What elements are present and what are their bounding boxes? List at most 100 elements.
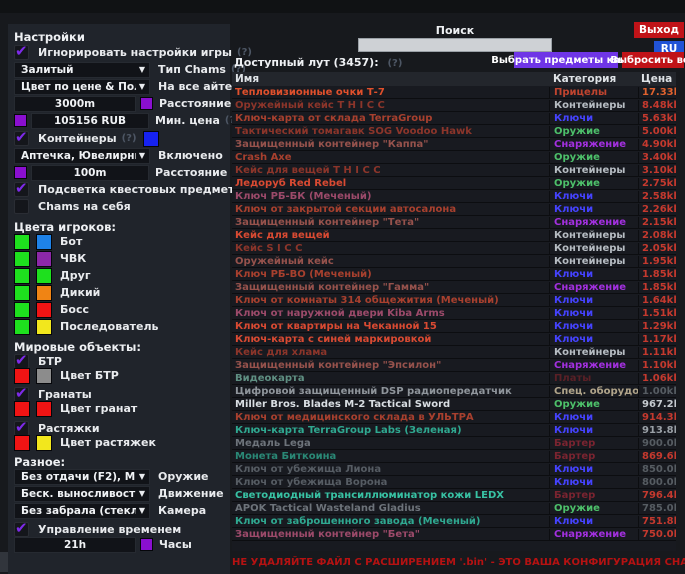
item-name: Тактический томагавк SOG Voodoo Hawk xyxy=(232,126,549,137)
table-row[interactable]: Цифровой защищенный DSP радиопередатчикС… xyxy=(232,385,676,398)
player-color-swatch-1[interactable] xyxy=(14,285,30,301)
distance-row: 3000m Расстояние xyxy=(14,95,226,112)
table-row[interactable]: Монета БиткоинаБартер869.6k xyxy=(232,450,676,463)
table-row[interactable]: Тепловизионные очки Т-7Прицелы17.33kk xyxy=(232,86,676,99)
table-row[interactable]: Ключ от квартиры на Чеканной 15Ключи1.29… xyxy=(232,320,676,333)
table-row[interactable]: APOK Tactical Wasteland GladiusОружие785… xyxy=(232,502,676,515)
table-row[interactable]: Защищенный контейнер "Тета"Снаряжение2.1… xyxy=(232,216,676,229)
loot-title-text: Доступный лут (3457): xyxy=(234,56,379,69)
table-row[interactable]: Ключ от заброшенного завода (Меченый)Клю… xyxy=(232,515,676,528)
item-category: Прицелы xyxy=(549,87,638,98)
camera-dropdown[interactable]: Без забрала (стекло шлема) ▼ xyxy=(14,503,150,519)
player-color-swatch-2[interactable] xyxy=(36,268,52,284)
select-kappa-items-button[interactable]: Выбрать предметы каппа xyxy=(514,52,618,68)
table-row[interactable]: Ледоруб Red RebelОружие2.75kk xyxy=(232,177,676,190)
table-row[interactable]: Ключ от закрытой секции автосалонаКлючи2… xyxy=(232,203,676,216)
item-price: 1.85kk xyxy=(638,282,676,293)
player-color-swatch-2[interactable] xyxy=(36,302,52,318)
item-name: Кейс для вещей xyxy=(232,230,549,241)
weapon-dropdown[interactable]: Без отдачи (F2), Мгновенное п ▼ xyxy=(14,469,150,485)
search-label: Поиск xyxy=(358,24,552,37)
chams-self-checkbox[interactable]: ✔ xyxy=(14,199,29,214)
help-icon[interactable]: (?) xyxy=(387,58,402,69)
table-row[interactable]: Ключ от комнаты 314 общежития (Меченый)К… xyxy=(232,294,676,307)
chams-type-dropdown[interactable]: Залитый ▼ xyxy=(14,62,150,78)
player-color-swatch-1[interactable] xyxy=(14,234,30,250)
player-color-swatch-1[interactable] xyxy=(14,251,30,267)
player-color-swatch-2[interactable] xyxy=(36,285,52,301)
item-category: Контейнеры xyxy=(549,347,638,358)
table-row[interactable]: Кейс для хламаКонтейнеры1.11kk xyxy=(232,346,676,359)
grenades-color-swatch-1[interactable] xyxy=(14,401,30,417)
table-row[interactable]: Ключ РБ-БК (Меченый)Ключи2.58kk xyxy=(232,190,676,203)
table-row[interactable]: Кейс S I C CКонтейнеры2.05kk xyxy=(232,242,676,255)
table-row[interactable]: Оружейный кейс T H I C CКонтейнеры8.48kk xyxy=(232,99,676,112)
table-row[interactable]: Защищенный контейнер "Эпсилон"Снаряжение… xyxy=(232,359,676,372)
table-row[interactable]: Кейс для вещейКонтейнеры2.08kk xyxy=(232,229,676,242)
player-color-swatch-2[interactable] xyxy=(36,319,52,335)
item-name: Ключ от закрытой секции автосалона xyxy=(232,204,549,215)
camera-label: Камера xyxy=(158,504,206,517)
item-category: Ключи xyxy=(549,113,638,124)
table-row[interactable]: Защищенный контейнер "Гамма"Снаряжение1.… xyxy=(232,281,676,294)
exit-button[interactable]: Выход xyxy=(634,22,684,38)
help-icon[interactable]: (?) xyxy=(122,133,137,144)
min-price-color-swatch[interactable] xyxy=(14,114,27,127)
table-row[interactable]: Ключ-карта TerraGroup Labs (Зеленая)Ключ… xyxy=(232,424,676,437)
containers-checkbox[interactable]: ✔ xyxy=(14,131,29,146)
player-color-swatch-2[interactable] xyxy=(36,251,52,267)
movement-dropdown[interactable]: Беск. выносливость и нет уста ▼ xyxy=(14,486,150,502)
btr-color-swatch-2[interactable] xyxy=(36,368,52,384)
hours-color-swatch[interactable] xyxy=(140,538,153,551)
table-row[interactable]: Кейс для вещей T H I C CКонтейнеры3.10kk xyxy=(232,164,676,177)
time-control-checkbox[interactable]: ✔ xyxy=(14,522,29,537)
btr-color-swatch-1[interactable] xyxy=(14,368,30,384)
column-header-price[interactable]: Цена xyxy=(638,73,676,85)
table-row[interactable]: ВидеокартаПлаты1.06kk xyxy=(232,372,676,385)
player-color-label: Друг xyxy=(60,269,91,282)
table-row[interactable]: Медаль LegaБартер900.0k xyxy=(232,437,676,450)
btr-color-row: Цвет БТР xyxy=(14,367,226,384)
table-row[interactable]: Miller Bros. Blades M-2 Tactical SwordОр… xyxy=(232,398,676,411)
containers-distance-input[interactable]: 100m xyxy=(31,165,149,181)
table-row[interactable]: Тактический томагавк SOG Voodoo HawkОруж… xyxy=(232,125,676,138)
hours-input[interactable]: 21h xyxy=(14,537,136,553)
containers-color-swatch[interactable] xyxy=(143,131,159,147)
player-color-swatch-1[interactable] xyxy=(14,319,30,335)
table-row[interactable]: Ключ от убежища ЛионаКлючи850.0k xyxy=(232,463,676,476)
grenades-color-swatch-2[interactable] xyxy=(36,401,52,417)
drop-all-button[interactable]: Выбросить все xyxy=(622,52,684,68)
table-row[interactable] xyxy=(232,541,676,551)
table-row[interactable]: Ключ-карта от склада TerraGroupКлючи5.63… xyxy=(232,112,676,125)
table-row[interactable]: Ключ-карта с синей маркировкойКлючи1.17k… xyxy=(232,333,676,346)
table-row[interactable]: Ключ от наружной двери Kiba ArmsКлючи1.5… xyxy=(232,307,676,320)
table-row[interactable]: Защищенный контейнер "Каппа"Снаряжение4.… xyxy=(232,138,676,151)
containers-filter-dropdown[interactable]: Аптечка, Ювелирные и... ▼ xyxy=(14,148,150,164)
tripwires-color-swatch-1[interactable] xyxy=(14,435,30,451)
table-row[interactable]: Оружейный кейсКонтейнеры1.95kk xyxy=(232,255,676,268)
table-row[interactable]: Crash AxeОружие3.40kk xyxy=(232,151,676,164)
table-row[interactable]: Ключ РБ-ВО (Меченый)Ключи1.85kk xyxy=(232,268,676,281)
table-row[interactable]: Светодиодный трансиллюминатор кожи LEDXБ… xyxy=(232,489,676,502)
search-input[interactable] xyxy=(358,38,552,52)
all-items-dropdown[interactable]: Цвет по цене & Пользователь ▼ xyxy=(14,79,150,95)
quest-highlight-checkbox[interactable]: ✔ xyxy=(14,182,29,197)
table-row[interactable]: Ключ от медицинского склада в УЛЬТРАКлюч… xyxy=(232,411,676,424)
table-row[interactable]: Защищенный контейнер "Бета"Снаряжение750… xyxy=(232,528,676,541)
player-colors-title: Цвета игроков: xyxy=(14,220,116,234)
player-color-swatch-2[interactable] xyxy=(36,234,52,250)
containers-distance-label: Расстояние xyxy=(155,166,227,179)
item-category: Ключи xyxy=(549,295,638,306)
column-header-name[interactable]: Имя xyxy=(232,73,549,85)
table-row[interactable]: Ключ от убежища ВоронаКлючи800.0k xyxy=(232,476,676,489)
ignore-game-settings-checkbox[interactable]: ✔ xyxy=(14,45,29,60)
item-category: Контейнеры xyxy=(549,100,638,111)
distance-color-swatch[interactable] xyxy=(140,97,153,110)
tripwires-color-swatch-2[interactable] xyxy=(36,435,52,451)
column-header-category[interactable]: Категория xyxy=(549,73,638,85)
containers-distance-color-swatch[interactable] xyxy=(14,166,27,179)
min-price-input[interactable]: 105156 RUB xyxy=(31,113,149,129)
distance-input[interactable]: 3000m xyxy=(14,96,136,112)
player-color-swatch-1[interactable] xyxy=(14,302,30,318)
player-color-swatch-1[interactable] xyxy=(14,268,30,284)
